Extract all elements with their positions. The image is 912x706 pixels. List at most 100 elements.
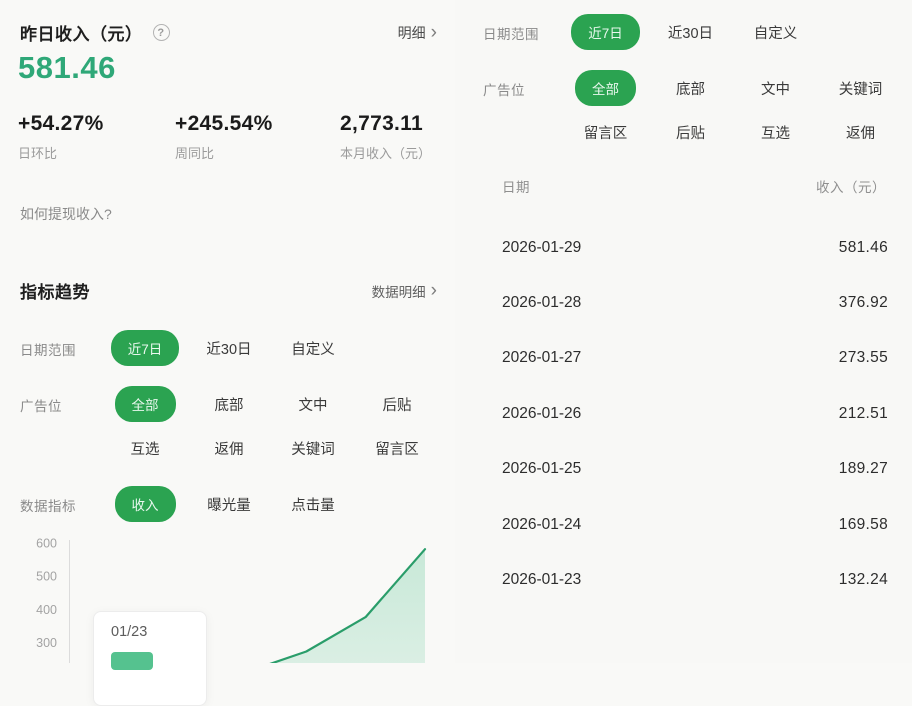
row-income: 273.55 [839,349,888,367]
filter-option-ad-position-3[interactable]: 关键词 [839,78,883,99]
filter-label: 日期范围 [20,326,103,370]
detail-filters: 日期范围近7日 近30日 自定义广告位全部 底部 文中 关键词留言区 后贴 互选 返佣 [483,10,903,166]
filter-options: 近7日 近30日 自定义 [103,326,439,370]
income-detail-link-label: 明细 [398,23,426,43]
row-income: 132.24 [839,571,888,589]
table-header-income: 收入（元） [816,176,886,196]
stat-day-over-day: +54.27% 日环比 [18,112,104,162]
filter-row-date-range: 日期范围近7日 近30日 自定义 [20,326,439,370]
y-axis-tick: 300 [36,636,57,650]
stat-month-income: 2,773.11 本月收入（元） [340,112,431,162]
income-detail-link[interactable]: 明细 › [398,23,437,43]
filter-option-ad-position-4[interactable]: 留言区 [584,122,628,143]
row-date: 2026-01-28 [502,294,581,312]
trend-data-detail-link-label: 数据明细 [372,281,426,301]
row-date: 2026-01-27 [502,349,581,367]
how-to-withdraw-link[interactable]: 如何提现收入? [20,204,112,224]
y-axis-tick: 500 [36,570,57,584]
filter-option-ad-position-6[interactable]: 互选 [761,122,790,143]
filter-row-date-range: 日期范围近7日 近30日 自定义 [483,10,903,54]
filter-option-ad-position-3[interactable]: 后贴 [383,394,412,415]
chevron-right-icon: › [431,284,437,298]
row-income: 189.27 [839,460,888,478]
filter-label: 日期范围 [483,10,563,54]
income-table: 2026-01-29581.462026-01-28376.922026-01-… [455,220,912,608]
yesterday-income-value: 581.46 [18,50,116,86]
filter-label: 数据指标 [20,482,103,526]
row-date: 2026-01-23 [502,571,581,589]
table-row[interactable]: 2026-01-25 189.27 [455,442,912,497]
filter-option-date-range-2[interactable]: 自定义 [754,22,798,43]
stat-value: 2,773.11 [340,112,431,136]
table-row[interactable]: 2026-01-28 376.92 [455,275,912,330]
filter-option-date-range-2[interactable]: 自定义 [291,338,335,359]
filter-option-ad-position-1[interactable]: 底部 [215,394,244,415]
table-row[interactable]: 2026-01-27 273.55 [455,331,912,386]
row-income: 212.51 [839,405,888,423]
help-icon[interactable]: ? [153,24,170,41]
filter-options: 近7日 近30日 自定义 [563,10,903,54]
stat-label: 本月收入（元） [340,143,431,162]
filter-label: 广告位 [20,382,103,470]
row-income: 169.58 [839,516,888,534]
filter-row-metric: 数据指标收入 曝光量 点击量 [20,482,439,526]
table-header-date: 日期 [502,176,530,196]
income-detail-panel: 日期范围近7日 近30日 自定义广告位全部 底部 文中 关键词留言区 后贴 互选 返佣 日期 收… [455,0,912,663]
filter-option-ad-position-0[interactable]: 全部 [115,386,176,422]
filter-row-ad-position: 广告位全部 底部 文中 关键词留言区 后贴 互选 返佣 [483,66,903,154]
filter-row-ad-position: 广告位全部 底部 文中 后贴互选 返佣 关键词 留言区 [20,382,439,470]
stat-week-over-week: +245.54% 周同比 [175,112,273,162]
tooltip-series-swatch-icon [111,652,153,670]
filter-option-ad-position-4[interactable]: 互选 [131,438,160,459]
table-row[interactable]: 2026-01-24 169.58 [455,497,912,552]
chart-tooltip: 01/23 [93,611,207,706]
income-trend-chart[interactable]: 600 500 400 300 [0,528,455,663]
filter-options: 收入 曝光量 点击量 [103,482,439,526]
filter-options: 全部 底部 文中 后贴互选 返佣 关键词 留言区 [103,382,439,470]
chevron-right-icon: › [431,26,437,40]
income-overview-panel: 昨日收入（元） ? 明细 › 581.46 +54.27% 日环比 +245.5… [0,0,455,663]
yesterday-income-title-text: 昨日收入（元） [20,20,143,45]
filter-option-date-range-1[interactable]: 近30日 [668,22,713,43]
stat-value: +245.54% [175,112,273,136]
filter-option-metric-2[interactable]: 点击量 [291,494,335,515]
trend-title: 指标趋势 [20,278,90,303]
trend-section-header: 指标趋势 数据明细 › [20,278,437,303]
filter-option-ad-position-5[interactable]: 返佣 [215,438,244,459]
filter-label: 广告位 [483,66,563,154]
row-date: 2026-01-24 [502,516,581,534]
filter-option-ad-position-7[interactable]: 留言区 [375,438,419,459]
row-income: 376.92 [839,294,888,312]
filter-option-metric-1[interactable]: 曝光量 [207,494,251,515]
filter-option-date-range-1[interactable]: 近30日 [206,338,251,359]
chart-tooltip-date: 01/23 [111,624,206,640]
row-date: 2026-01-26 [502,405,581,423]
filter-option-date-range-0[interactable]: 近7日 [571,14,640,50]
filter-options: 全部 底部 文中 关键词留言区 后贴 互选 返佣 [563,66,903,154]
filter-option-ad-position-6[interactable]: 关键词 [291,438,335,459]
filter-option-ad-position-0[interactable]: 全部 [575,70,636,106]
filter-option-ad-position-2[interactable]: 文中 [761,78,790,99]
filter-option-ad-position-7[interactable]: 返佣 [846,122,875,143]
y-axis-tick: 600 [36,537,57,551]
filter-option-ad-position-5[interactable]: 后贴 [676,122,705,143]
filter-option-metric-0[interactable]: 收入 [115,486,176,522]
row-date: 2026-01-25 [502,460,581,478]
stat-value: +54.27% [18,112,104,136]
table-row[interactable]: 2026-01-29 581.46 [455,220,912,275]
income-table-header: 日期 收入（元） [502,176,886,196]
y-axis-tick: 400 [36,603,57,617]
yesterday-income-header: 昨日收入（元） ? 明细 › [20,20,437,45]
table-row[interactable]: 2026-01-23 132.24 [455,552,912,607]
filter-option-date-range-0[interactable]: 近7日 [111,330,180,366]
stat-label: 日环比 [18,143,104,162]
row-income: 581.46 [839,239,888,257]
yesterday-income-title: 昨日收入（元） ? [20,20,170,45]
trend-filters: 日期范围近7日 近30日 自定义广告位全部 底部 文中 后贴互选 返佣 关键词 留言区数据指标收… [20,326,439,538]
filter-option-ad-position-2[interactable]: 文中 [299,394,328,415]
row-date: 2026-01-29 [502,239,581,257]
table-row[interactable]: 2026-01-26 212.51 [455,386,912,441]
stat-label: 周同比 [175,143,273,162]
trend-data-detail-link[interactable]: 数据明细 › [372,281,437,301]
filter-option-ad-position-1[interactable]: 底部 [676,78,705,99]
